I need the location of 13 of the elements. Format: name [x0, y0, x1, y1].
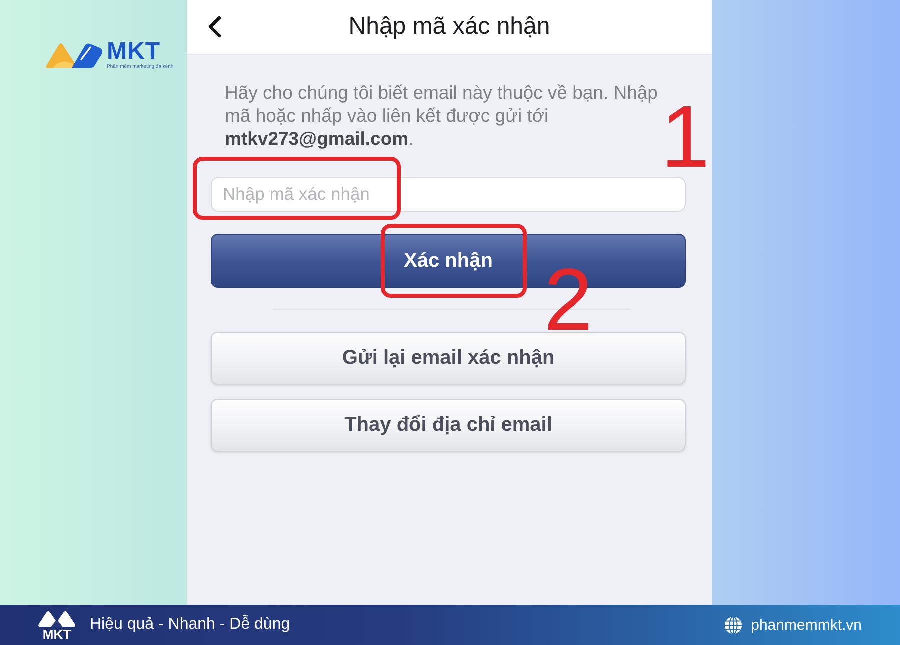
option-button[interactable]: Gửi lại email xác nhận [211, 332, 686, 385]
website-link[interactable]: phanmemmkt.vn [751, 616, 862, 634]
brand-name: MKT [107, 40, 160, 64]
logo-text: MKT [42, 628, 72, 641]
globe-icon [724, 616, 744, 634]
logo-icon [38, 609, 76, 628]
description-text: Hãy cho chúng tôi biết email này thuộc về bạn. Nhập mã hoặc nhấp vào liên kết được gửi tới mtkv273@gmail.com. [225, 81, 658, 150]
back-icon[interactable] [207, 16, 222, 38]
option-button[interactable]: Thay đổi địa chỉ email [211, 399, 686, 452]
code-input[interactable]: Nhập mã xác nhận [211, 177, 686, 212]
slogan-text: Hiệu quả - Nhanh - Dễ dùng [90, 616, 290, 634]
screen-title: Nhập mã xác nhận [348, 13, 550, 41]
step-number: 1 [661, 102, 710, 172]
